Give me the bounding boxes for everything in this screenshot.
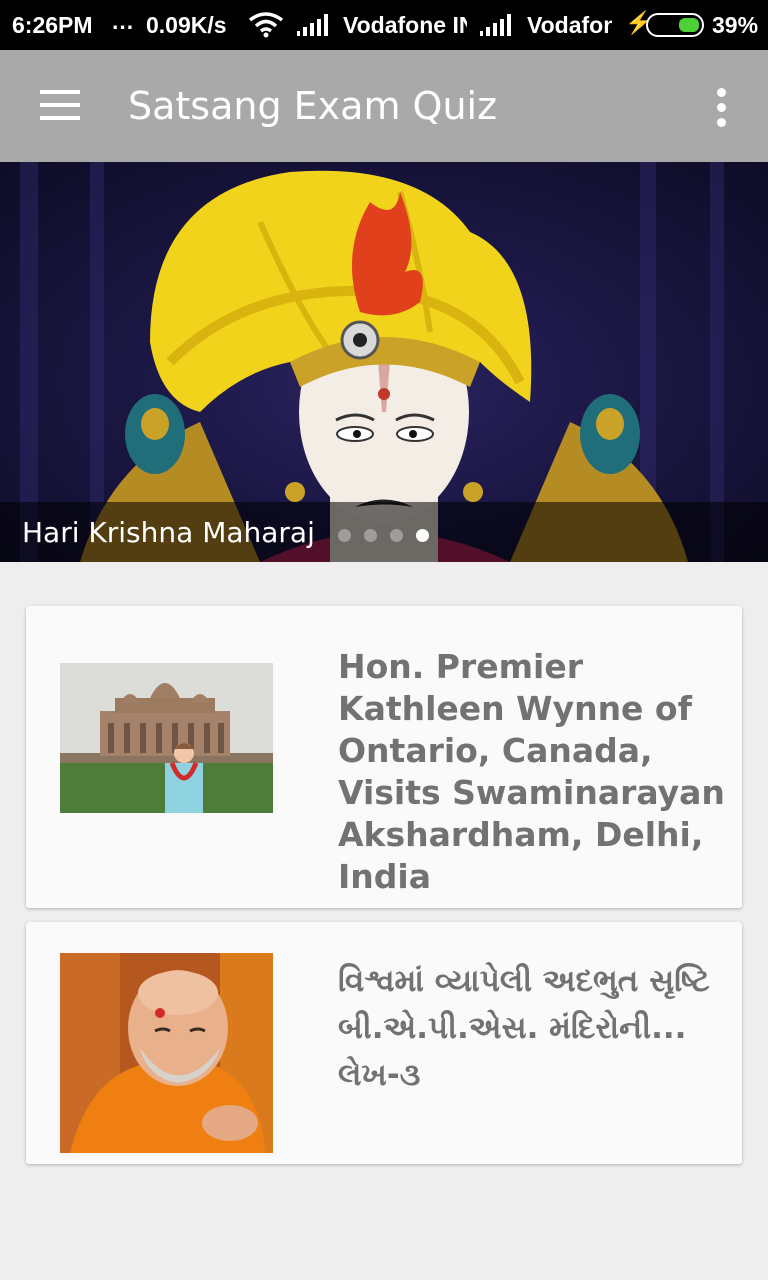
signal-icon (297, 14, 328, 36)
status-bar: 6:26PM ... 0.09K/s Vodafone IN Vodafone … (0, 0, 768, 50)
notification-dots: ... (112, 8, 135, 34)
carousel-dot[interactable] (364, 529, 377, 542)
carousel-dot[interactable] (390, 529, 403, 542)
article-title: Hon. Premier Kathleen Wynne of Ontario, … (338, 647, 725, 896)
carrier-name-1: Vodafone IN (343, 12, 467, 38)
banner-caption: Hari Krishna Maharaj (22, 516, 315, 549)
wifi-icon (248, 12, 284, 38)
banner-carousel[interactable]: Hari Krishna Maharaj (0, 162, 768, 562)
article-card[interactable]: Hon. Premier Kathleen Wynne of Ontario, … (26, 606, 742, 908)
app-title: Satsang Exam Quiz (128, 84, 498, 128)
carrier-name-2: Vodafone IN (527, 12, 612, 38)
carousel-dot[interactable] (338, 529, 351, 542)
battery-icon (646, 13, 704, 37)
network-speed: 0.09K/s (146, 12, 227, 38)
status-time: 6:26PM (12, 12, 93, 38)
article-thumbnail (60, 663, 273, 813)
article-card[interactable]: વિશ્વમાં વ્યાપેલી અદભુત સૃષ્ટિ બી.એ.પી.એ… (26, 922, 742, 1164)
article-thumbnail (60, 953, 273, 1153)
more-vert-icon[interactable] (712, 88, 732, 128)
app-bar: Satsang Exam Quiz (0, 50, 768, 162)
article-title: વિશ્વમાં વ્યાપેલી અદભુત સૃષ્ટિ બી.એ.પી.એ… (338, 963, 710, 1093)
battery-percent: 39% (712, 12, 759, 38)
hamburger-icon[interactable] (40, 90, 80, 120)
signal-icon (480, 14, 511, 36)
carousel-dot-active[interactable] (416, 529, 429, 542)
